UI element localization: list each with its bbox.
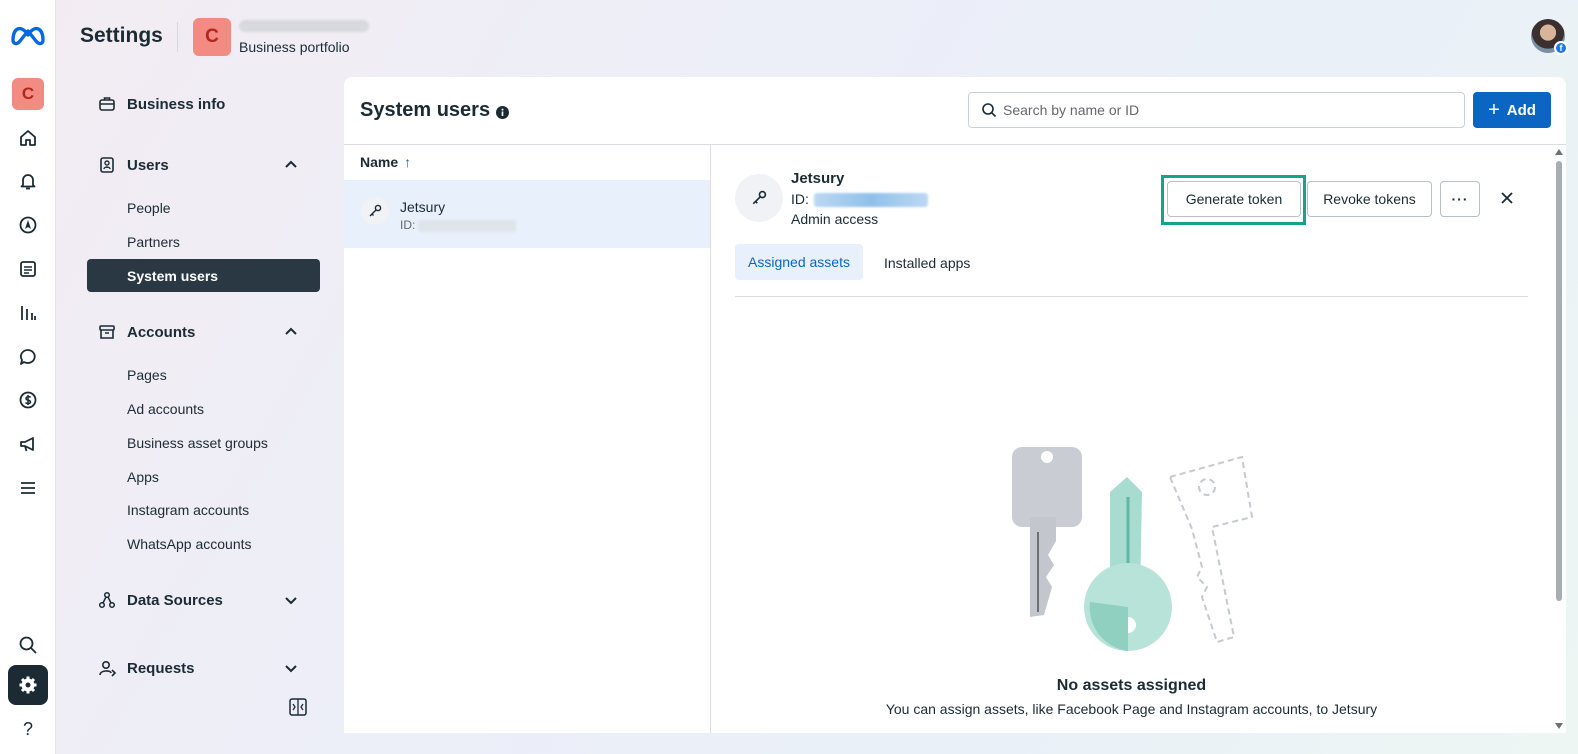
nav-data-sources-label: Data Sources bbox=[127, 591, 223, 609]
dollar-icon[interactable] bbox=[14, 386, 42, 414]
detail-scrollbar[interactable] bbox=[1552, 145, 1566, 733]
portfolio-badge[interactable]: C bbox=[12, 78, 44, 110]
home-icon[interactable] bbox=[14, 124, 42, 152]
pages-icon[interactable] bbox=[14, 255, 42, 283]
chevron-up-icon[interactable] bbox=[283, 324, 299, 340]
scrollbar-thumb[interactable] bbox=[1556, 161, 1562, 601]
user-avatar[interactable]: f bbox=[1531, 19, 1568, 55]
nav-apps[interactable]: Apps bbox=[127, 469, 159, 485]
add-button-label: Add bbox=[1506, 101, 1536, 119]
tab-installed-apps[interactable]: Installed apps bbox=[884, 255, 970, 271]
insights-icon[interactable] bbox=[14, 299, 42, 327]
chat-icon[interactable] bbox=[14, 343, 42, 371]
left-rail: C ? bbox=[0, 0, 56, 754]
nav-business-info[interactable]: Business info bbox=[87, 88, 320, 120]
detail-access-level: Admin access bbox=[791, 211, 879, 227]
nav-accounts[interactable]: Accounts bbox=[87, 316, 320, 348]
search-input[interactable] bbox=[1003, 102, 1453, 118]
nav-business-info-label: Business info bbox=[127, 95, 226, 113]
nav-partners[interactable]: Partners bbox=[127, 234, 180, 250]
gear-icon bbox=[19, 676, 37, 694]
data-sources-icon bbox=[97, 590, 117, 610]
nav-system-users[interactable]: System users bbox=[87, 259, 320, 292]
nav-business-asset-groups[interactable]: Business asset groups bbox=[127, 435, 268, 451]
nav-people[interactable]: People bbox=[127, 200, 171, 216]
info-icon[interactable] bbox=[496, 106, 509, 119]
search-box[interactable] bbox=[968, 92, 1465, 128]
system-users-panel: System users + Add Name ↑ Jetsury ID: Je… bbox=[344, 77, 1566, 733]
detail-user-name: Jetsury bbox=[791, 170, 845, 187]
detail-user-id-label: ID: bbox=[791, 191, 809, 207]
nav-pages[interactable]: Pages bbox=[127, 367, 167, 383]
bell-icon[interactable] bbox=[14, 167, 42, 195]
nav-instagram-accounts[interactable]: Instagram accounts bbox=[127, 502, 249, 518]
help-icon[interactable]: ? bbox=[14, 715, 42, 743]
portfolio-avatar[interactable]: C bbox=[193, 18, 231, 56]
page-header-title: Settings bbox=[80, 24, 163, 47]
name-column-label: Name bbox=[360, 154, 399, 170]
header-divider bbox=[344, 144, 1566, 145]
chevron-down-icon[interactable] bbox=[283, 660, 299, 676]
facebook-badge-icon: f bbox=[1554, 41, 1568, 55]
table-row[interactable]: Jetsury ID: bbox=[344, 180, 710, 248]
header-divider bbox=[177, 22, 178, 52]
portfolio-name-redacted bbox=[239, 20, 369, 32]
column-divider bbox=[710, 144, 711, 733]
collapse-sidebar-icon[interactable] bbox=[288, 697, 308, 717]
system-user-icon bbox=[735, 174, 783, 222]
add-button[interactable]: + Add bbox=[1473, 92, 1551, 128]
key-icon bbox=[361, 197, 389, 225]
chevron-up-icon[interactable] bbox=[283, 157, 299, 173]
chevron-down-icon[interactable] bbox=[283, 592, 299, 608]
close-icon[interactable] bbox=[1498, 189, 1516, 207]
meta-logo-icon[interactable] bbox=[9, 20, 47, 48]
empty-state-title: No assets assigned bbox=[1056, 677, 1207, 694]
megaphone-icon[interactable] bbox=[14, 430, 42, 458]
archive-icon bbox=[97, 322, 117, 342]
plus-icon: + bbox=[1488, 99, 1500, 121]
row-user-id-label: ID: bbox=[400, 218, 416, 232]
detail-user-id-redacted bbox=[814, 193, 928, 207]
more-options-button[interactable]: ··· bbox=[1440, 181, 1480, 217]
generate-token-button[interactable]: Generate token bbox=[1167, 181, 1301, 217]
keys-illustration bbox=[1012, 447, 1254, 651]
tabs-divider bbox=[735, 296, 1528, 297]
revoke-tokens-button[interactable]: Revoke tokens bbox=[1307, 181, 1432, 217]
menu-icon[interactable] bbox=[14, 474, 42, 502]
row-user-id-redacted bbox=[418, 220, 516, 232]
nav-requests-label: Requests bbox=[127, 659, 195, 677]
nav-users[interactable]: Users bbox=[87, 149, 320, 181]
page-title: System users bbox=[360, 99, 491, 121]
name-column-header[interactable]: Name ↑ bbox=[360, 154, 411, 170]
scroll-down-arrow-icon[interactable] bbox=[1555, 723, 1563, 729]
nav-whatsapp-accounts[interactable]: WhatsApp accounts bbox=[127, 536, 252, 552]
briefcase-icon bbox=[97, 94, 117, 114]
nav-users-label: Users bbox=[127, 156, 169, 174]
nav-ad-accounts[interactable]: Ad accounts bbox=[127, 401, 204, 417]
search-icon bbox=[982, 103, 997, 118]
users-icon bbox=[97, 155, 117, 175]
row-user-name: Jetsury bbox=[400, 199, 446, 215]
search-icon[interactable] bbox=[14, 631, 42, 659]
sort-ascending-icon: ↑ bbox=[404, 154, 412, 170]
nav-accounts-label: Accounts bbox=[127, 323, 196, 341]
compass-icon[interactable] bbox=[14, 211, 42, 239]
settings-button[interactable] bbox=[8, 665, 48, 705]
nav-requests[interactable]: Requests bbox=[87, 652, 320, 684]
portfolio-subtitle[interactable]: Business portfolio bbox=[239, 39, 350, 55]
scroll-up-arrow-icon[interactable] bbox=[1555, 149, 1563, 155]
empty-state-description: You can assign assets, like Facebook Pag… bbox=[885, 701, 1378, 717]
person-request-icon bbox=[97, 658, 117, 678]
nav-data-sources[interactable]: Data Sources bbox=[87, 584, 320, 616]
tab-assigned-assets[interactable]: Assigned assets bbox=[735, 244, 863, 280]
